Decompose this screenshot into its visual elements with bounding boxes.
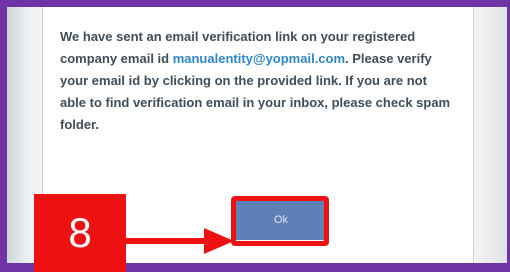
company-email: manualentity@yopmail.com xyxy=(172,51,346,66)
dialog-backdrop-right xyxy=(473,7,507,263)
ok-highlight-box xyxy=(231,196,329,246)
screenshot-frame: We have sent an email verification link … xyxy=(0,0,510,272)
step-number-badge: 8 xyxy=(34,194,126,272)
verification-message: We have sent an email verification link … xyxy=(60,26,452,136)
arrow-right-icon xyxy=(124,228,234,254)
